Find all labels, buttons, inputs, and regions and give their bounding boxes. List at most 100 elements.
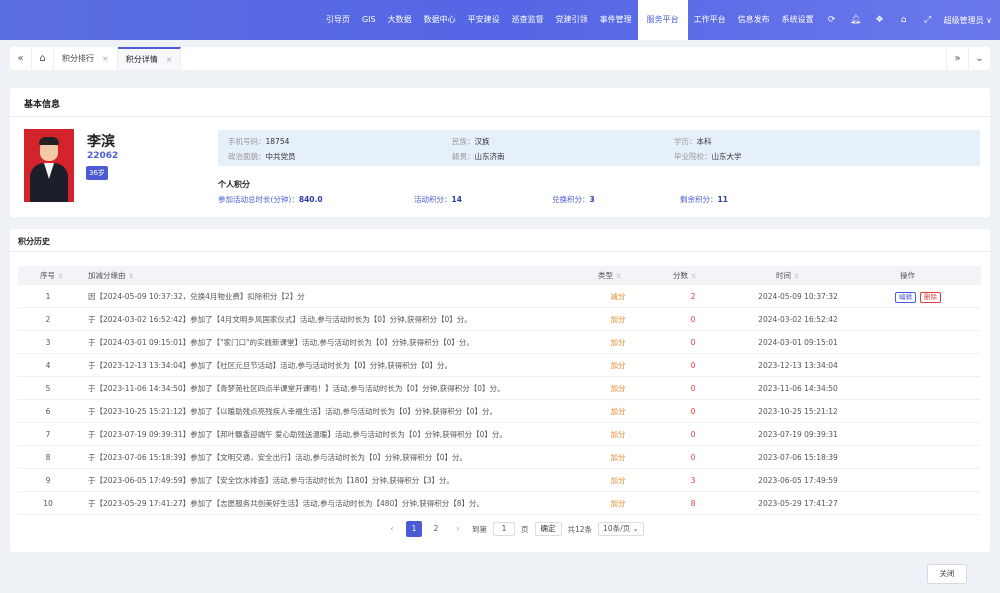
row-points: 0 [690, 407, 696, 416]
page-unit: 页 [521, 524, 529, 534]
nav-service-platform[interactable]: 服务平台 [637, 0, 688, 40]
row-reason: 于【2023-12-13 13:34:04】参加了【社区元旦节活动】活动,参与活… [88, 361, 452, 370]
row-ops [878, 469, 958, 492]
col-points[interactable]: 分数 ⇅ [673, 266, 696, 285]
row-reason: 于【2023-07-19 09:39:31】参加了【邦叶飘香迎端午 爱心助残送温… [88, 430, 507, 439]
tab-score-ranking[interactable]: 积分排行 × [54, 47, 118, 70]
col-index[interactable]: 序号 ⇅ [40, 266, 63, 285]
score-history-card: 积分历史 序号 ⇅ 加减分缘由 ⇅ 类型 ⇅ 分数 ⇅ 时间 ⇅ 操作 1 因【2024-0… [10, 229, 990, 552]
row-reason: 于【2023-06-05 17:49:59】参加了【安全饮水排查】活动,参与活动… [88, 476, 455, 485]
row-ops [878, 354, 958, 377]
row-reason: 因【2024-05-09 10:37:32，兑换4月物业费】扣除积分【2】分 [88, 292, 305, 301]
row-type: 减分 [610, 292, 626, 301]
row-ops [878, 400, 958, 423]
prev-page-icon[interactable]: ‹ [384, 521, 400, 537]
row-points: 0 [690, 361, 696, 370]
row-time: 2023-06-05 17:49:59 [758, 476, 838, 485]
row-type: 加分 [610, 453, 626, 462]
col-reason[interactable]: 加减分缘由 ⇅ [88, 266, 134, 285]
goto-page-input[interactable]: 1 [493, 522, 515, 536]
col-time[interactable]: 时间 ⇅ [776, 266, 799, 285]
page-size-select[interactable]: 10条/页 ⌄ [598, 522, 644, 536]
remaining-score: 剩余积分：11 [680, 195, 728, 204]
goto-confirm-button[interactable]: 确定 [534, 522, 562, 536]
row-ops [878, 446, 958, 469]
row-ops [878, 423, 958, 446]
table-row: 8 于【2023-07-06 15:18:39】参加了【文明交通，安全出行】活动,… [18, 446, 981, 469]
row-time: 2023-10-25 15:21:12 [758, 407, 838, 416]
nav-gis[interactable]: GIS [356, 0, 382, 40]
person-code: 22062 [87, 151, 119, 161]
tag-icon[interactable]: ⌂ [892, 15, 916, 25]
goto-label: 到第 [472, 524, 487, 534]
row-reason: 于【2023-07-06 15:18:39】参加了【文明交通，安全出行】活动,参… [88, 453, 467, 462]
page-1[interactable]: 1 [406, 521, 422, 537]
user-menu[interactable]: 超级管理员 ∨ [940, 15, 1000, 26]
close-button[interactable]: 关闭 [927, 564, 967, 584]
person-name: 李滨 [87, 134, 115, 150]
row-type: 加分 [610, 384, 626, 393]
row-type: 加分 [610, 315, 626, 324]
sort-icon: ⇅ [58, 273, 64, 280]
row-points: 0 [690, 338, 696, 347]
row-time: 2023-05-29 17:41:27 [758, 499, 838, 508]
info-panel: 手机号码：18754 民族：汉族 学历：本科 政治面貌：中共党员 籍贯：山东济南… [218, 130, 980, 166]
top-nav: 引导页 GIS 大数据 数据中心 平安建设 巡查监督 党建引领 事件管理 服务平… [320, 0, 1000, 40]
bell-icon[interactable]: 🔔︎ [844, 15, 868, 25]
home-icon[interactable]: ⌂ [32, 47, 54, 70]
row-time: 2023-12-13 13:34:04 [758, 361, 838, 370]
tab-score-detail[interactable]: 积分详情 × [117, 47, 182, 70]
row-time: 2023-11-06 14:34:50 [758, 384, 838, 393]
nav-publish[interactable]: 信息发布 [732, 0, 776, 40]
row-reason: 于【2023-05-29 17:41:27】参加了【志愿服务共创美好生活】活动,… [88, 499, 485, 508]
close-icon[interactable]: × [102, 54, 109, 63]
nav-work-platform[interactable]: 工作平台 [688, 0, 732, 40]
scroll-right-icon[interactable]: » [946, 47, 968, 70]
delete-button[interactable]: 删除 [920, 291, 941, 303]
exchange-score: 兑换积分：3 [552, 195, 595, 204]
close-icon[interactable]: × [166, 55, 173, 64]
col-type[interactable]: 类型 ⇅ [598, 266, 621, 285]
row-index: 9 [45, 476, 51, 485]
table-row: 4 于【2023-12-13 13:34:04】参加了【社区元旦节活动】活动,参与… [18, 354, 981, 377]
row-ops [878, 377, 958, 400]
row-time: 2023-07-19 09:39:31 [758, 430, 838, 439]
education-field: 学历：本科 [674, 137, 712, 146]
nav-patrol[interactable]: 巡查监督 [506, 0, 550, 40]
row-index: 4 [45, 361, 51, 370]
page-2[interactable]: 2 [428, 521, 444, 537]
scroll-left-icon[interactable]: « [10, 47, 32, 70]
nav-guide[interactable]: 引导页 [320, 0, 356, 40]
row-index: 7 [45, 430, 51, 439]
age-badge: 36岁 [86, 166, 108, 180]
chevron-down-icon[interactable]: ⌄ [968, 47, 990, 70]
table-row: 1 因【2024-05-09 10:37:32，兑换4月物业费】扣除积分【2】分 减… [18, 285, 981, 308]
row-reason: 于【2023-10-25 15:21:12】参加了【以暖助残点亮残疾人幸福生活】… [88, 407, 497, 416]
nav-party[interactable]: 党建引领 [550, 0, 594, 40]
row-time: 2023-07-06 15:18:39 [758, 453, 838, 462]
row-time: 2024-05-09 10:37:32 [758, 292, 838, 301]
table-row: 2 于【2024-03-02 16:52:42】参加了【4月文明乡风国家仪式】活动… [18, 308, 981, 331]
row-ops [878, 492, 958, 515]
fullscreen-icon[interactable]: ⤢ [916, 15, 940, 25]
refresh-icon[interactable]: ⟳ [820, 15, 844, 25]
table-row: 7 于【2023-07-19 09:39:31】参加了【邦叶飘香迎端午 爱心助残送… [18, 423, 981, 446]
nav-events[interactable]: 事件管理 [594, 0, 638, 40]
row-index: 6 [45, 407, 51, 416]
nav-safety[interactable]: 平安建设 [462, 0, 506, 40]
row-index: 2 [45, 315, 51, 324]
nav-datacenter[interactable]: 数据中心 [418, 0, 462, 40]
nav-bigdata[interactable]: 大数据 [382, 0, 418, 40]
skin-icon[interactable]: ❖ [868, 15, 892, 25]
tab-label: 积分排行 [62, 54, 94, 63]
next-page-icon[interactable]: › [450, 521, 466, 537]
nav-settings[interactable]: 系统设置 [776, 0, 820, 40]
pagination: ‹ 1 2 › 到第 1 页 确定 共12条 10条/页 ⌄ [384, 521, 644, 537]
basic-info-card: 基本信息 李滨 22062 36岁 手机号码：18754 民族：汉族 学历：本科… [10, 88, 990, 217]
row-type: 加分 [610, 430, 626, 439]
row-index: 1 [45, 292, 51, 301]
edit-button[interactable]: 编辑 [895, 291, 916, 303]
row-index: 5 [45, 384, 51, 393]
row-time: 2024-03-01 09:15:01 [758, 338, 838, 347]
row-index: 10 [43, 499, 53, 508]
